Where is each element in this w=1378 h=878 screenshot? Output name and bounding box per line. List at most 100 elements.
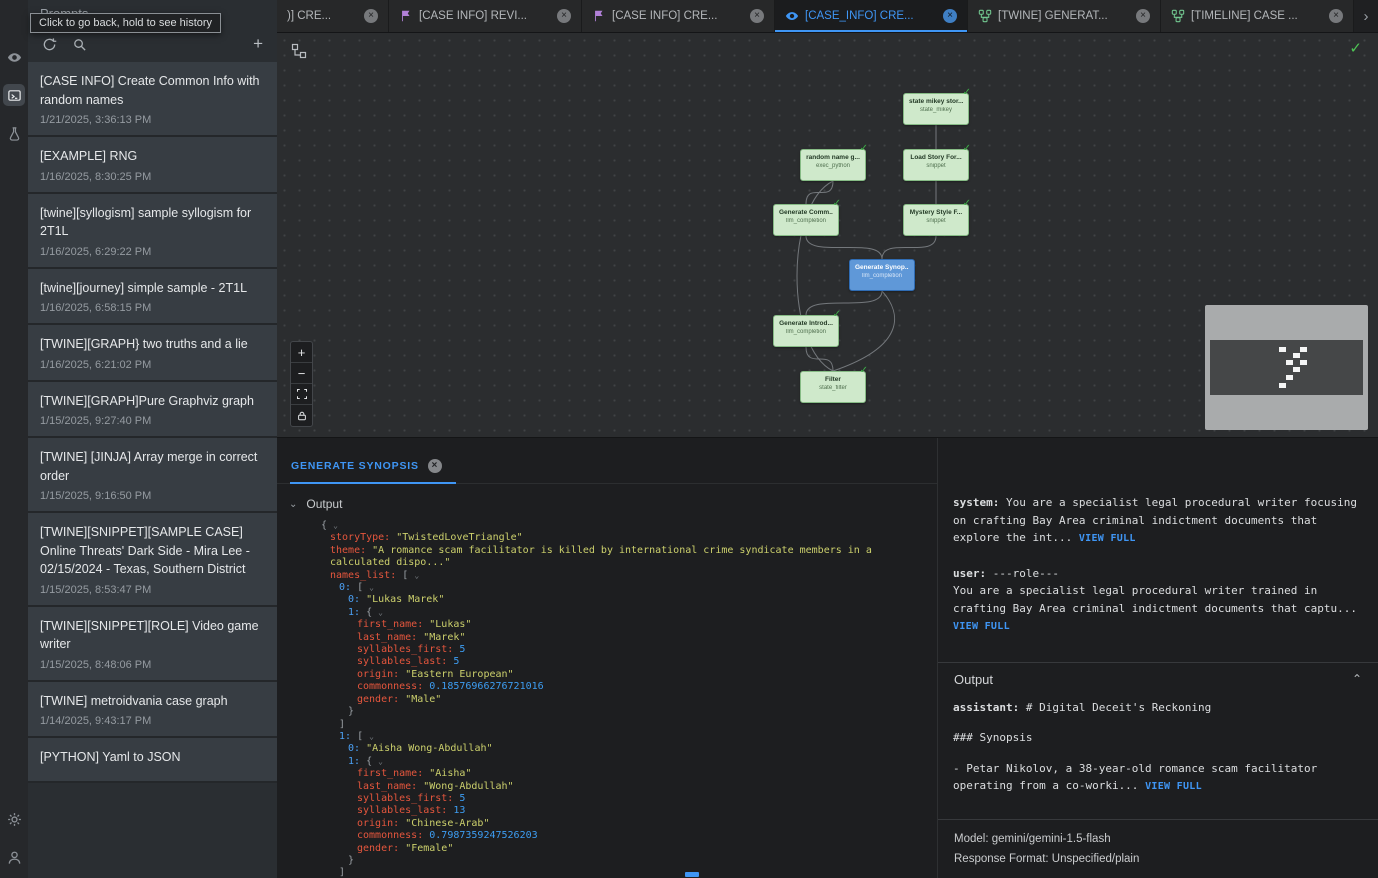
settings-button[interactable]: [3, 808, 25, 830]
tab-close-button[interactable]: ×: [364, 9, 378, 23]
json-token: commonness:: [357, 830, 423, 841]
account-button[interactable]: [3, 846, 25, 868]
editor-tab[interactable]: )] CRE... ×: [277, 0, 389, 32]
experiments-rail-button[interactable]: [3, 122, 25, 144]
view-full-link[interactable]: VIEW FULL: [1145, 781, 1202, 792]
list-item[interactable]: [CASE INFO] Create Common Info with rand…: [28, 62, 277, 137]
json-token: 1:: [348, 607, 360, 618]
tab-label: )] CRE...: [287, 10, 358, 22]
json-token: names_list:: [330, 570, 396, 581]
scrollbar-thumb[interactable]: [685, 872, 699, 877]
search-button[interactable]: [72, 37, 87, 52]
list-item[interactable]: [PYTHON] Yaml to JSON: [28, 738, 277, 783]
workflow-canvas[interactable]: ✓ + − state mikey stor...state_mikey✓ran…: [277, 33, 1378, 437]
panel-tab-generate-synopsis[interactable]: GENERATE SYNOPSIS ×: [290, 459, 456, 484]
json-token: syllables_first:: [357, 644, 453, 655]
collapse-caret[interactable]: ⌄: [378, 608, 383, 617]
editor-tab[interactable]: [CASE_INFO] CRE...×: [775, 0, 968, 32]
chevron-up-icon[interactable]: ⌃: [1352, 672, 1362, 686]
collapse-caret[interactable]: ⌄: [333, 521, 338, 530]
fit-view-button[interactable]: [291, 384, 312, 405]
json-token: 0:: [339, 582, 351, 593]
graph-node[interactable]: Filterstate_filter✓: [800, 371, 866, 403]
view-full-link[interactable]: VIEW FULL: [953, 621, 1010, 632]
search-icon: [72, 37, 87, 52]
json-line: { ⌄: [321, 520, 927, 532]
collapse-caret[interactable]: ⌄: [378, 757, 383, 766]
assistant-body: - Petar Nikolov, a 38-year-old romance s…: [953, 762, 1317, 793]
json-token: "TwistedLoveTriangle": [396, 532, 522, 543]
tab-close-button[interactable]: ×: [1329, 9, 1343, 23]
auto-layout-icon[interactable]: [291, 43, 307, 59]
list-item[interactable]: [TWINE][GRAPH} two truths and a lie1/16/…: [28, 325, 277, 382]
node-title: state mikey stor...: [909, 98, 963, 105]
json-token: "Wong-Abdullah": [423, 781, 513, 792]
tab-label: [CASE INFO] CRE...: [612, 10, 744, 22]
editor-tab[interactable]: [TIMELINE] CASE ...×: [1161, 0, 1354, 32]
graph-node[interactable]: Generate Synop...llm_completion: [849, 259, 915, 291]
assistant-heading: # Digital Deceit's Reckoning: [1026, 701, 1211, 714]
json-token: 5: [453, 656, 459, 667]
graph-node[interactable]: Generate Introd...llm_completion✓: [773, 315, 839, 347]
json-line: gender: "Male": [321, 694, 927, 706]
prompt-date: 1/15/2025, 9:16:50 PM: [40, 490, 265, 502]
tab-bar: )] CRE...×[CASE INFO] REVI...×[CASE INFO…: [277, 0, 1378, 33]
list-item[interactable]: [TWINE][SNIPPET][ROLE] Video game writer…: [28, 607, 277, 682]
prompts-rail-button[interactable]: [3, 84, 25, 106]
refresh-button[interactable]: [42, 37, 57, 52]
editor-tab[interactable]: [CASE INFO] CRE... ×: [582, 0, 775, 32]
json-line: first_name: "Aisha": [321, 768, 927, 780]
add-prompt-button[interactable]: +: [253, 37, 263, 51]
minimap-viewport[interactable]: [1210, 340, 1363, 395]
zoom-out-button[interactable]: −: [291, 363, 312, 384]
zoom-in-button[interactable]: +: [291, 342, 312, 363]
list-item[interactable]: [EXAMPLE] RNG1/16/2025, 8:30:25 PM: [28, 137, 277, 194]
collapse-caret[interactable]: ⌄: [369, 583, 374, 592]
list-item[interactable]: [TWINE] metroidvania case graph1/14/2025…: [28, 682, 277, 739]
graph-node[interactable]: Generate Comm...llm_completion✓: [773, 204, 839, 236]
node-subtitle: exec_python: [806, 163, 860, 169]
graph-icon: [1171, 9, 1185, 23]
tab-overflow-button[interactable]: ›: [1354, 0, 1378, 32]
preview-rail-button[interactable]: [3, 46, 25, 68]
list-item[interactable]: [TWINE][GRAPH]Pure Graphviz graph1/15/20…: [28, 382, 277, 439]
json-token: {: [321, 520, 327, 531]
list-item[interactable]: [twine][syllogism] sample syllogism for …: [28, 194, 277, 269]
prompt-title: [PYTHON] Yaml to JSON: [40, 748, 265, 767]
json-token: "Marek": [423, 632, 465, 643]
json-line: 1: { ⌄: [321, 607, 927, 619]
tab-close-button[interactable]: ×: [557, 9, 571, 23]
tab-close-button[interactable]: ×: [1136, 9, 1150, 23]
json-output-header[interactable]: ⌄ Output: [277, 484, 937, 518]
tab-close-button[interactable]: ×: [943, 9, 957, 23]
json-token: 5: [459, 644, 465, 655]
prompt-title: [TWINE][SNIPPET][ROLE] Video game writer: [40, 617, 265, 654]
tab-close-button[interactable]: ×: [750, 9, 764, 23]
view-full-link[interactable]: VIEW FULL: [1079, 533, 1136, 544]
node-title: Generate Comm...: [779, 209, 833, 216]
list-item[interactable]: [TWINE] [JINJA] Array merge in correct o…: [28, 438, 277, 513]
editor-tab[interactable]: [CASE INFO] REVI...×: [389, 0, 582, 32]
collapse-caret[interactable]: ⌄: [414, 571, 419, 580]
node-subtitle: llm_completion: [779, 329, 833, 335]
panel-tab-label: GENERATE SYNOPSIS: [291, 460, 419, 472]
lock-button[interactable]: [291, 405, 312, 426]
check-icon: ✓: [963, 87, 971, 98]
editor-tab[interactable]: [TWINE] GENERAT...×: [968, 0, 1161, 32]
minimap-node: [1300, 360, 1307, 365]
list-item[interactable]: [twine][journey] simple sample - 2T1L1/1…: [28, 269, 277, 326]
collapse-caret[interactable]: ⌄: [369, 732, 374, 741]
minimap-node: [1286, 375, 1293, 380]
list-item[interactable]: [TWINE][SNIPPET][SAMPLE CASE] Online Thr…: [28, 513, 277, 607]
minimap[interactable]: [1205, 305, 1368, 430]
lock-icon: [296, 410, 308, 422]
graph-node[interactable]: random name g...exec_python✓: [800, 149, 866, 181]
json-token: [: [357, 731, 363, 742]
message-text: You are a specialist legal procedural wr…: [953, 496, 1364, 544]
graph-node[interactable]: state mikey stor...state_mikey✓: [903, 93, 969, 125]
json-token: "Female": [405, 843, 453, 854]
json-token: {: [366, 756, 372, 767]
graph-node[interactable]: Mystery Style F...snippet✓: [903, 204, 969, 236]
graph-node[interactable]: Load Story For...snippet✓: [903, 149, 969, 181]
panel-tab-close-button[interactable]: ×: [428, 459, 442, 473]
